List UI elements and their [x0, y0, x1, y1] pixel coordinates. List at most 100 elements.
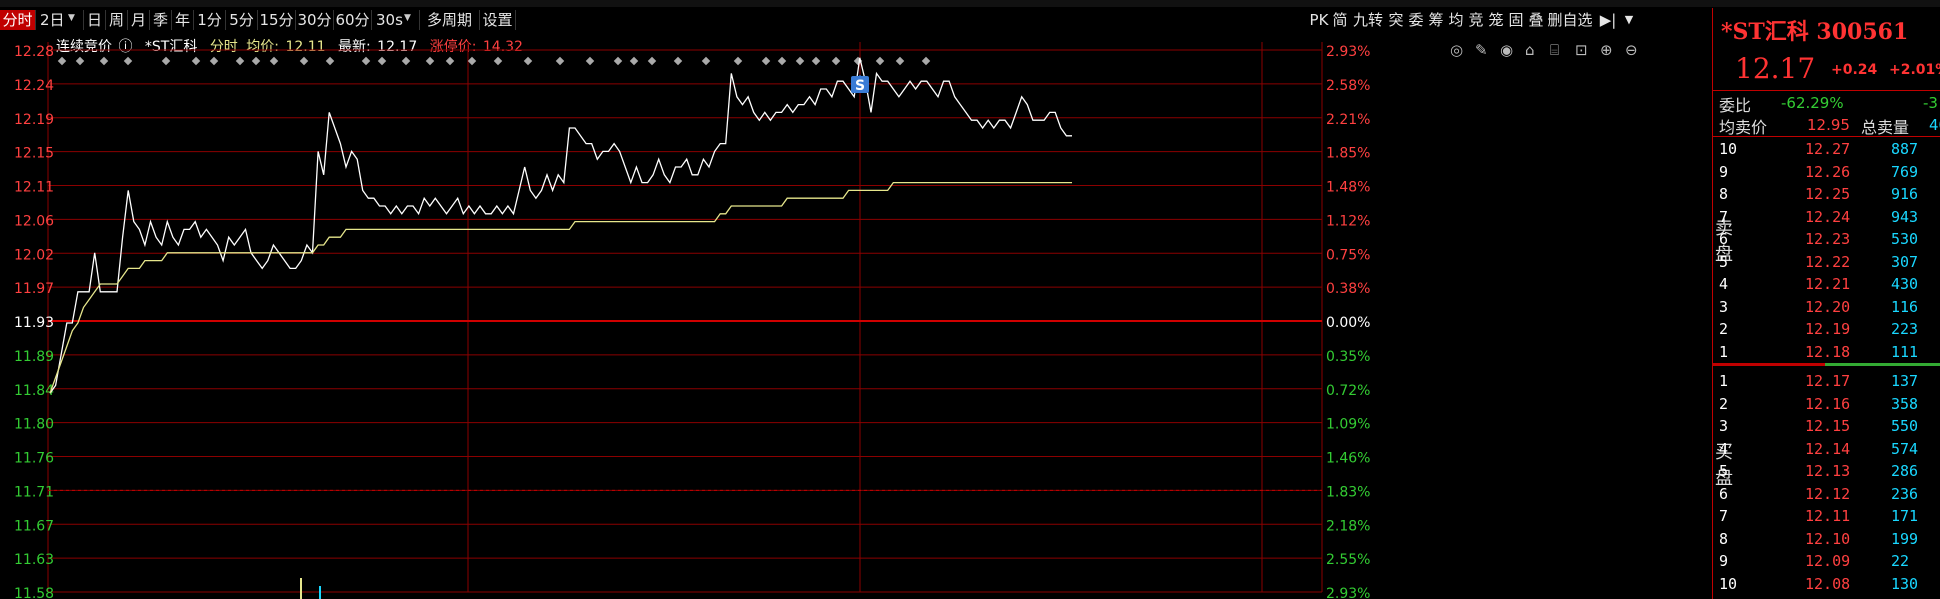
- bids-row[interactable]: 4 12.14 574: [1713, 438, 1940, 460]
- pct-tick-label: 2.21%: [1326, 112, 1370, 128]
- level-price: 12.14: [1805, 439, 1851, 458]
- level-price: 12.11: [1805, 507, 1851, 525]
- event-diamond: [75, 56, 85, 66]
- event-diamond: [361, 56, 371, 66]
- zoom-in-icon[interactable]: ⊕: [1600, 41, 1613, 59]
- copy-icon[interactable]: ⊡: [1575, 41, 1588, 59]
- event-diamond: [425, 56, 435, 66]
- pct-tick-label: 1.46%: [1326, 451, 1370, 467]
- y-tick-label: 11.84: [14, 383, 54, 399]
- level-volume: 769: [1891, 162, 1919, 181]
- intraday-chart[interactable]: 12.28 2.93% 12.24 2.58% 12.19 2.21% 12.15 1.85%…: [0, 0, 1710, 599]
- level-volume: 199: [1891, 529, 1919, 548]
- stock-title: *ST汇科 300561: [1721, 19, 1909, 45]
- bids-row[interactable]: 9 12.09 22: [1713, 550, 1940, 572]
- y-tick-label: 12.24: [14, 78, 54, 94]
- asks-row[interactable]: 10 12.27 887: [1713, 138, 1940, 160]
- level-volume: 130: [1891, 574, 1919, 593]
- event-diamond: [299, 56, 309, 66]
- event-diamond: [209, 56, 219, 66]
- event-diamond: [445, 56, 455, 66]
- pct-tick-label: 2.18%: [1326, 518, 1370, 534]
- level-price: 12.23: [1805, 230, 1851, 248]
- event-diamond: [629, 56, 639, 66]
- event-diamond: [701, 56, 711, 66]
- event-diamond: [555, 56, 565, 66]
- level-number: 4: [1719, 439, 1729, 458]
- level-volume: 430: [1891, 275, 1919, 293]
- event-diamond: [895, 56, 905, 66]
- level-number: 5: [1719, 462, 1729, 480]
- event-diamond: [251, 56, 261, 66]
- level-volume: 307: [1891, 252, 1919, 271]
- settings-icon[interactable]: ◎: [1450, 41, 1463, 59]
- event-diamond: [401, 56, 411, 66]
- basket-icon[interactable]: ⌂: [1525, 41, 1535, 59]
- level-price: 12.15: [1805, 417, 1851, 435]
- last-price: 12.17: [1735, 52, 1816, 85]
- bids-row[interactable]: 7 12.11 171: [1713, 505, 1940, 527]
- event-diamond: [191, 56, 201, 66]
- level-volume: 236: [1891, 484, 1919, 503]
- level-number: 6: [1719, 484, 1729, 503]
- asks-row[interactable]: 6 12.23 530: [1713, 228, 1940, 250]
- level-price: 12.22: [1805, 252, 1851, 271]
- price-line: [49, 57, 1072, 394]
- bids-row[interactable]: 1 12.17 137: [1713, 370, 1940, 392]
- order-book-panel: *ST汇科 300561 12.17 +0.24 +2.01% 委比 -62.2…: [1712, 8, 1940, 599]
- pct-tick-label: 0.35%: [1326, 349, 1370, 365]
- level-number: 5: [1719, 252, 1729, 271]
- draw-icon[interactable]: ✎: [1475, 41, 1488, 59]
- bids-row[interactable]: 3 12.15 550: [1713, 415, 1940, 437]
- price-change-pct: +2.01%: [1889, 62, 1940, 78]
- asks-row[interactable]: 5 12.22 307: [1713, 251, 1940, 273]
- bids-row[interactable]: 5 12.13 286: [1713, 460, 1940, 482]
- level-volume: 550: [1891, 417, 1919, 435]
- event-diamond: [613, 56, 623, 66]
- level-number: 1: [1719, 342, 1729, 361]
- level-price: 12.10: [1805, 529, 1851, 548]
- y-tick-label: 11.93: [14, 315, 54, 331]
- asks-row[interactable]: 8 12.25 916: [1713, 183, 1940, 205]
- bids-row[interactable]: 10 12.08 130: [1713, 573, 1940, 595]
- level-number: 8: [1719, 185, 1729, 203]
- eye-icon[interactable]: ◉: [1500, 41, 1513, 59]
- level-number: 6: [1719, 230, 1729, 248]
- asks-row[interactable]: 4 12.21 430: [1713, 273, 1940, 295]
- event-diamond: [123, 56, 133, 66]
- y-tick-label: 12.28: [14, 44, 54, 60]
- pct-tick-label: 2.58%: [1326, 78, 1370, 94]
- pct-tick-label: 2.93%: [1326, 44, 1370, 60]
- asks-row[interactable]: 2 12.19 223: [1713, 318, 1940, 340]
- y-tick-label: 12.19: [14, 112, 54, 128]
- level-price: 12.19: [1805, 320, 1851, 338]
- bids-row[interactable]: 8 12.10 199: [1713, 528, 1940, 550]
- asks-row[interactable]: 9 12.26 769: [1713, 161, 1940, 183]
- y-tick-label: 12.06: [14, 213, 54, 229]
- zoom-out-icon[interactable]: ⊖: [1625, 41, 1638, 59]
- event-diamond: [493, 56, 503, 66]
- event-diamond: [921, 56, 931, 66]
- asks-row[interactable]: 7 12.24 943: [1713, 206, 1940, 228]
- level-volume: 137: [1891, 372, 1919, 390]
- event-diamond: [161, 56, 171, 66]
- price-change: +0.24: [1831, 62, 1878, 78]
- level-number: 1: [1719, 372, 1729, 390]
- y-tick-label: 11.63: [14, 552, 54, 568]
- level-volume: 358: [1891, 394, 1919, 413]
- event-diamond: [733, 56, 743, 66]
- lock-icon[interactable]: ⌸: [1550, 41, 1559, 59]
- pct-tick-label: 0.00%: [1326, 315, 1370, 331]
- pct-tick-label: 2.55%: [1326, 552, 1370, 568]
- avg-sell-value: 12.95: [1807, 116, 1850, 134]
- level-volume: 916: [1891, 185, 1919, 203]
- level-price: 12.16: [1805, 394, 1851, 413]
- bids-row[interactable]: 6 12.12 236: [1713, 483, 1940, 505]
- event-diamond: [235, 56, 245, 66]
- asks-row[interactable]: 3 12.20 116: [1713, 296, 1940, 318]
- bids-row[interactable]: 2 12.16 358: [1713, 393, 1940, 415]
- y-tick-label: 11.97: [14, 281, 54, 297]
- asks-row[interactable]: 1 12.18 111: [1713, 341, 1940, 363]
- event-diamond: [467, 56, 477, 66]
- total-sell-value: 40: [1929, 116, 1940, 134]
